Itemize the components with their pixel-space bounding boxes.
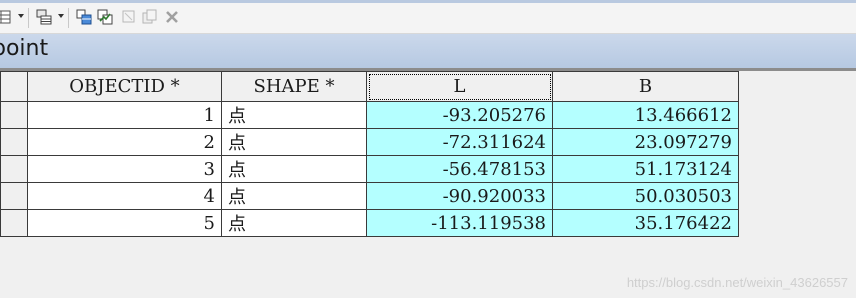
cell-b[interactable]: 23.097279: [552, 128, 739, 156]
row-selector[interactable]: [0, 209, 28, 237]
toolbar-separator: [68, 8, 69, 28]
cell-l[interactable]: -90.920033: [366, 182, 553, 210]
copy-selected-icon[interactable]: [142, 9, 158, 25]
related-tables-dropdown-icon[interactable]: [58, 14, 64, 18]
related-tables-icon[interactable]: [36, 9, 52, 25]
table-toolbar: [0, 3, 856, 34]
cell-objectid[interactable]: 2: [27, 128, 222, 156]
table-row[interactable]: 3 点 -56.478153 51.173124: [0, 155, 739, 183]
cell-l[interactable]: -113.119538: [366, 209, 553, 237]
cell-objectid[interactable]: 1: [27, 101, 222, 129]
watermark-text: https://blog.csdn.net/weixin_43626557: [626, 275, 848, 290]
row-selector[interactable]: [0, 182, 28, 210]
cell-b[interactable]: 13.466612: [552, 101, 739, 129]
table-row[interactable]: 5 点 -113.119538 35.176422: [0, 209, 739, 237]
table-row[interactable]: 4 点 -90.920033 50.030503: [0, 182, 739, 210]
switch-selection-icon[interactable]: [97, 9, 113, 25]
delete-selected-icon[interactable]: [164, 9, 180, 25]
row-selector[interactable]: [0, 155, 28, 183]
table-title-bar: point: [0, 34, 856, 69]
column-header-shape[interactable]: SHAPE *: [221, 71, 367, 102]
table-options-dropdown-icon[interactable]: [18, 14, 24, 18]
cell-shape[interactable]: 点: [221, 209, 367, 237]
cell-objectid[interactable]: 3: [27, 155, 222, 183]
cell-shape[interactable]: 点: [221, 128, 367, 156]
cell-l[interactable]: -56.478153: [366, 155, 553, 183]
cell-b[interactable]: 35.176422: [552, 209, 739, 237]
toolbar-separator: [28, 8, 29, 28]
column-header-b[interactable]: B: [552, 71, 739, 102]
cell-objectid[interactable]: 4: [27, 182, 222, 210]
table-options-icon[interactable]: [0, 9, 12, 25]
column-header-l[interactable]: L: [366, 71, 553, 102]
cell-l[interactable]: -72.311624: [366, 128, 553, 156]
table-title: point: [0, 36, 49, 61]
row-header-corner[interactable]: [0, 71, 28, 102]
clear-selection-icon[interactable]: [121, 9, 137, 25]
select-by-attributes-icon[interactable]: [76, 9, 92, 25]
row-selector[interactable]: [0, 101, 28, 129]
cell-b[interactable]: 50.030503: [552, 182, 739, 210]
cell-objectid[interactable]: 5: [27, 209, 222, 237]
cell-b[interactable]: 51.173124: [552, 155, 739, 183]
cell-shape[interactable]: 点: [221, 101, 367, 129]
table-row[interactable]: 2 点 -72.311624 23.097279: [0, 128, 739, 156]
cell-shape[interactable]: 点: [221, 155, 367, 183]
header-row: OBJECTID * SHAPE * L B: [0, 71, 739, 102]
table-row[interactable]: 1 点 -93.205276 13.466612: [0, 101, 739, 129]
cell-shape[interactable]: 点: [221, 182, 367, 210]
row-selector[interactable]: [0, 128, 28, 156]
column-header-objectid[interactable]: OBJECTID *: [27, 71, 222, 102]
cell-l[interactable]: -93.205276: [366, 101, 553, 129]
attribute-table: OBJECTID * SHAPE * L B 1 点 -93.205276 13…: [0, 71, 739, 237]
